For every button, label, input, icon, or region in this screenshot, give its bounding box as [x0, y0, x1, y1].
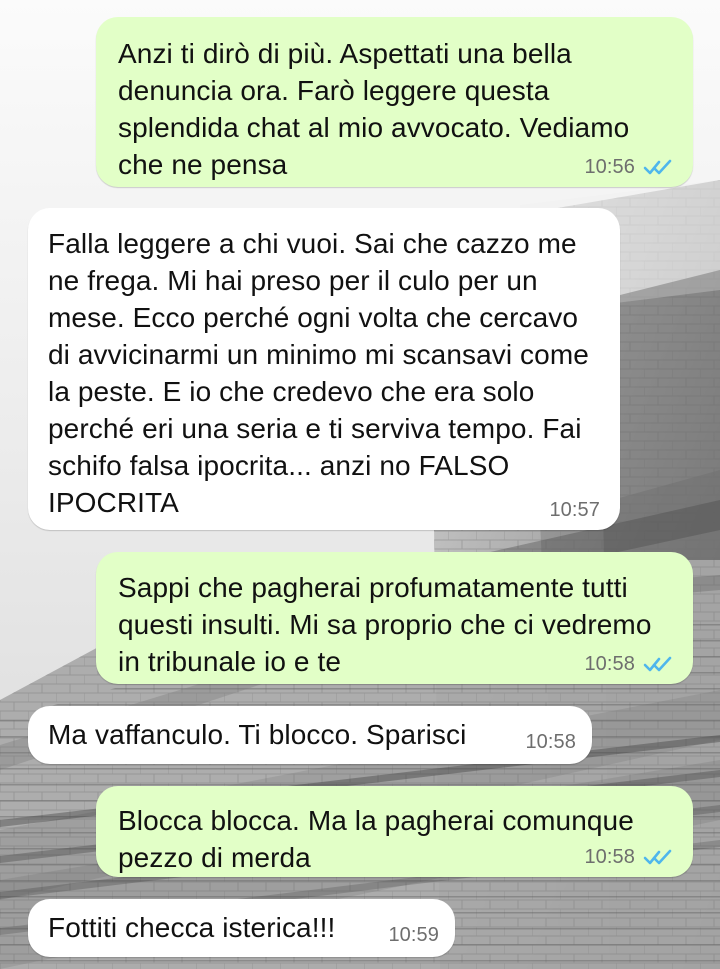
- message-time: 10:57: [549, 499, 600, 521]
- outgoing-message-bubble[interactable]: Blocca blocca. Ma la pagherai comunque p…: [96, 786, 693, 877]
- message-meta: 10:58: [525, 732, 576, 752]
- message-meta: 10:58: [584, 654, 673, 674]
- message-meta: 10:58: [584, 847, 673, 867]
- double-check-icon: [643, 656, 672, 672]
- outgoing-message-bubble[interactable]: Anzi ti dirò di più. Aspettati una bella…: [96, 17, 693, 187]
- message-meta: 10:56: [584, 157, 673, 177]
- message-time: 10:58: [584, 653, 635, 675]
- incoming-message-bubble[interactable]: Falla leggere a chi vuoi. Sai che cazzo …: [28, 208, 620, 530]
- message-time: 10:56: [584, 156, 635, 178]
- message-time: 10:58: [525, 731, 576, 753]
- incoming-message-bubble[interactable]: Fottiti checca isterica!!! 10:59: [28, 899, 455, 957]
- double-check-icon: [643, 849, 672, 865]
- message-text: Falla leggere a chi vuoi. Sai che cazzo …: [48, 228, 589, 518]
- message-time: 10:59: [388, 924, 439, 946]
- outgoing-message-bubble[interactable]: Sappi che pagherai profumatamente tutti …: [96, 552, 693, 684]
- chat-thread: Anzi ti dirò di più. Aspettati una bella…: [0, 0, 720, 969]
- message-meta: 10:57: [549, 500, 600, 520]
- message-text: Ma vaffanculo. Ti blocco. Sparisci: [48, 719, 467, 750]
- double-check-icon: [643, 159, 672, 175]
- message-time: 10:58: [584, 846, 635, 868]
- incoming-message-bubble[interactable]: Ma vaffanculo. Ti blocco. Sparisci 10:58: [28, 706, 592, 764]
- message-meta: 10:59: [388, 925, 439, 945]
